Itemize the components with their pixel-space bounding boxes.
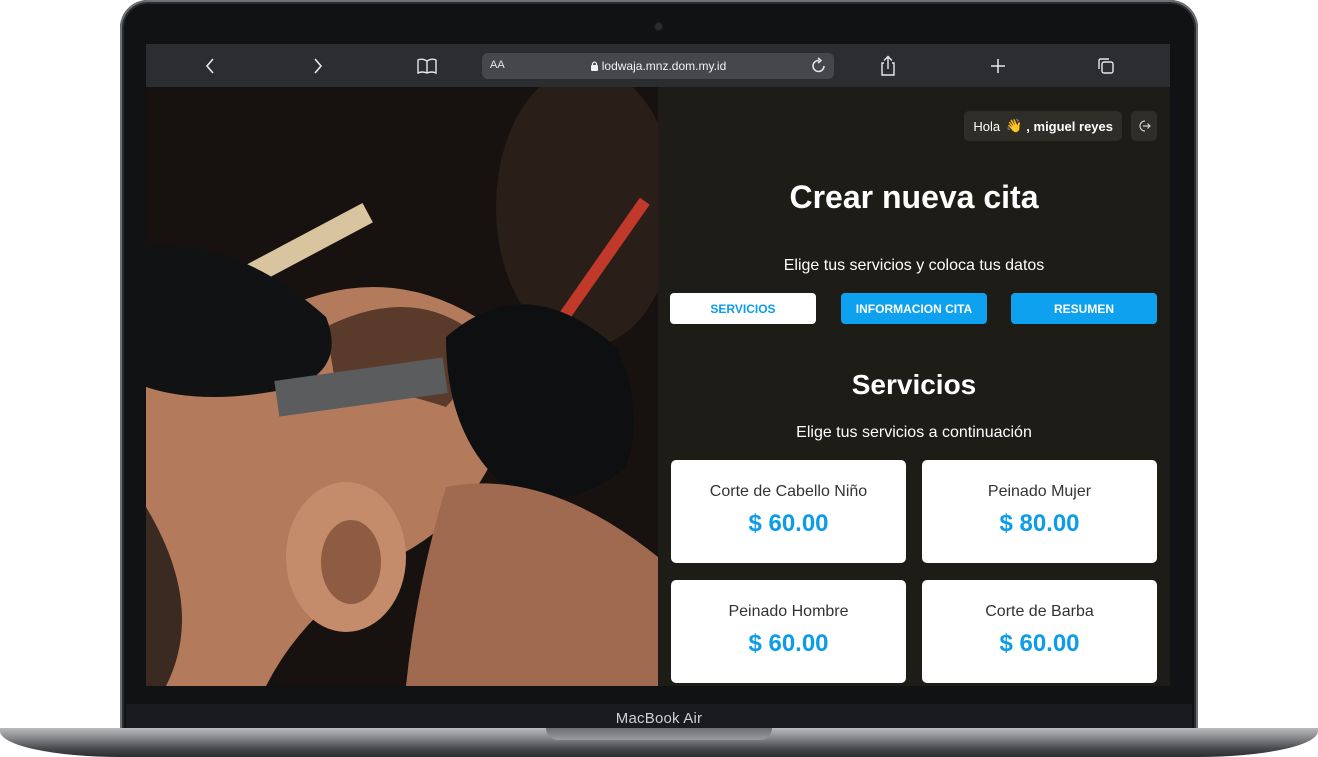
app-panel: Hola 👋 , miguel reyes Crear nueva cita E… [658,87,1170,686]
browser-toolbar: AA lodwaja.mnz.dom.my.id [146,44,1170,87]
service-card[interactable]: Corte de Barba $ 60.00 [922,580,1157,683]
tab-resumen[interactable]: RESUMEN [1011,293,1157,324]
chevron-left-icon[interactable] [198,52,222,80]
barber-photo [146,87,658,686]
wave-icon: 👋 [1006,118,1023,133]
device-label: MacBook Air [615,709,703,727]
book-icon[interactable] [414,52,440,80]
plus-icon[interactable] [986,52,1010,80]
service-price: $ 60.00 [999,630,1080,657]
chevron-right-icon[interactable] [306,52,330,80]
user-greeting: Hola 👋 , miguel reyes [964,111,1122,141]
tab-informacion-cita[interactable]: INFORMACION CITA [841,293,987,324]
page-subtitle: Elige tus servicios y coloca tus datos [783,257,1045,274]
laptop-notch [546,728,772,740]
screen: AA lodwaja.mnz.dom.my.id Hola 👋 , miguel… [146,44,1170,686]
tabs-icon[interactable] [1094,52,1118,80]
service-price: $ 60.00 [748,630,829,657]
share-icon[interactable] [876,52,900,80]
camera [655,23,662,30]
service-card[interactable]: Peinado Hombre $ 60.00 [671,580,906,683]
user-name: , miguel reyes [1026,118,1113,134]
service-name: Corte de Barba [985,603,1094,620]
service-price: $ 60.00 [748,510,829,537]
tab-servicios[interactable]: SERVICIOS [670,293,816,324]
service-name: Peinado Hombre [728,603,849,620]
url-text: lodwaja.mnz.dom.my.id [482,59,834,73]
service-name: Corte de Cabello Niño [709,483,868,500]
address-bar[interactable]: AA lodwaja.mnz.dom.my.id [482,53,834,79]
section-subtitle: Elige tus servicios a continuación [796,424,1032,441]
page-title: Crear nueva cita [789,179,1039,215]
service-price: $ 80.00 [999,510,1080,537]
step-tabs: SERVICIOS INFORMACION CITA RESUMEN [670,293,1158,324]
lock-icon [590,61,598,71]
reload-icon[interactable] [810,56,828,81]
service-card[interactable]: Corte de Cabello Niño $ 60.00 [671,460,906,563]
service-card[interactable]: Peinado Mujer $ 80.00 [922,460,1157,563]
logout-icon[interactable] [1131,111,1157,141]
section-title: Servicios [851,369,977,400]
service-name: Peinado Mujer [987,483,1092,500]
